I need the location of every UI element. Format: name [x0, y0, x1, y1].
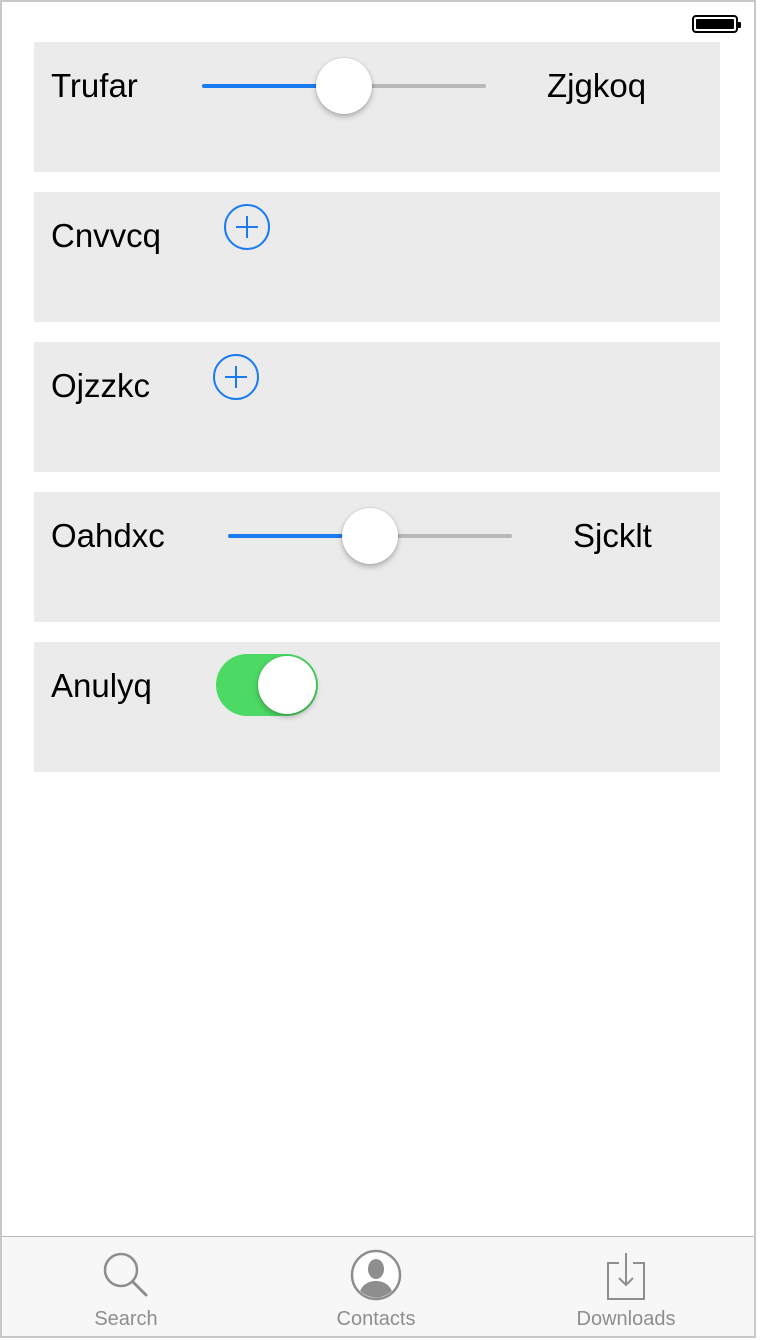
- add-row-ojzzkc: Ojzzkc: [34, 342, 720, 472]
- battery-icon: [692, 15, 741, 33]
- row-label: Anulyq: [51, 667, 152, 704]
- slider-value-label: Zjgkoq: [547, 67, 647, 104]
- toggle-knob: [258, 656, 316, 714]
- tab-label: Search: [94, 1308, 158, 1330]
- row-label: Cnvvcq: [51, 217, 162, 254]
- trufar-slider[interactable]: [202, 58, 486, 114]
- tab-bar: Search Contacts Downloads: [2, 1236, 754, 1336]
- anulyq-toggle[interactable]: [216, 654, 318, 716]
- tab-label: Downloads: [576, 1308, 676, 1330]
- row-label: Oahdxc: [51, 517, 165, 554]
- toggle-row-anulyq: Anulyq: [34, 642, 720, 772]
- tab-contacts[interactable]: Contacts: [276, 1237, 476, 1336]
- plus-circle-icon[interactable]: [224, 204, 270, 250]
- add-row-cnvvcq: Cnvvcq: [34, 192, 720, 322]
- slider-value-label: Sjcklt: [573, 517, 652, 554]
- row-label: Trufar: [51, 67, 138, 104]
- slider-thumb[interactable]: [316, 58, 372, 114]
- tab-search[interactable]: Search: [26, 1237, 226, 1336]
- contacts-icon: [350, 1249, 402, 1301]
- slider-row-trufar: Trufar Zjgkoq: [34, 42, 720, 172]
- oahdxc-slider[interactable]: [228, 508, 512, 564]
- app-screen: Trufar Zjgkoq Cnvvcq Ojzzkc Oahdxc Sjckl…: [0, 0, 756, 1338]
- downloads-icon: [607, 1253, 645, 1300]
- slider-row-oahdxc: Oahdxc Sjcklt: [34, 492, 720, 622]
- tab-label: Contacts: [336, 1308, 416, 1330]
- plus-circle-icon[interactable]: [213, 354, 259, 400]
- tab-downloads[interactable]: Downloads: [526, 1237, 726, 1336]
- row-label: Ojzzkc: [51, 367, 150, 404]
- slider-thumb[interactable]: [342, 508, 398, 564]
- search-icon: [103, 1252, 148, 1297]
